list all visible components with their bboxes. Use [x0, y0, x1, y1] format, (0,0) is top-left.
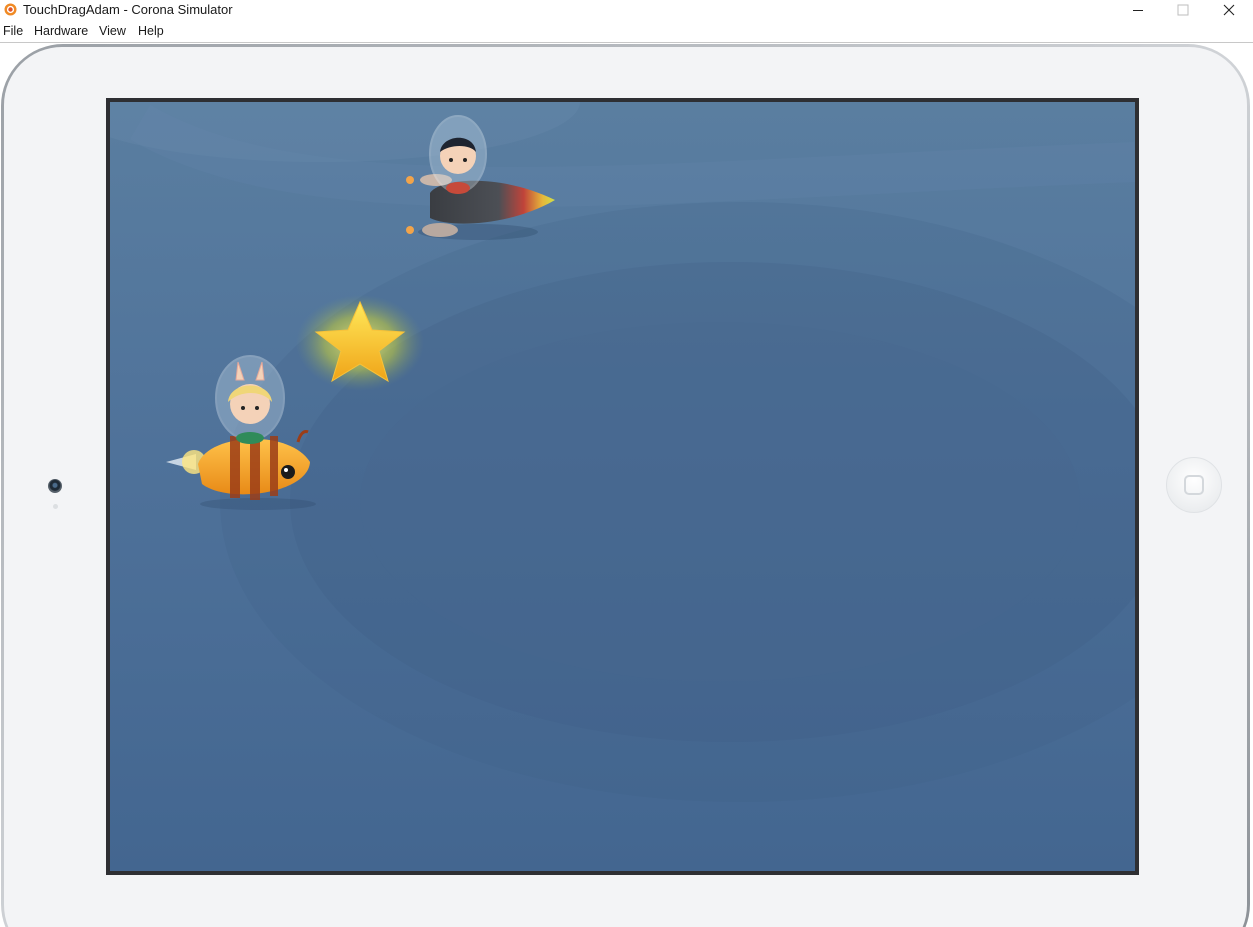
- menu-file[interactable]: File: [3, 24, 23, 38]
- menu-help[interactable]: Help: [138, 24, 164, 38]
- title-bar: TouchDragAdam - Corona Simulator: [0, 0, 1253, 21]
- menu-hardware[interactable]: Hardware: [34, 24, 88, 38]
- maximize-icon: [1177, 4, 1189, 16]
- light-sensor: [53, 504, 58, 509]
- menu-view[interactable]: View: [99, 24, 126, 38]
- rocket-boy-sprite[interactable]: [400, 108, 560, 248]
- minimize-icon: [1133, 10, 1143, 11]
- close-button[interactable]: [1206, 0, 1252, 21]
- bee-rocket-girl-sprite[interactable]: [158, 354, 328, 514]
- home-button[interactable]: [1166, 457, 1222, 513]
- maximize-button[interactable]: [1160, 0, 1206, 21]
- window-title: TouchDragAdam - Corona Simulator: [23, 2, 233, 17]
- minimize-button[interactable]: [1115, 0, 1161, 21]
- game-canvas[interactable]: [110, 102, 1135, 871]
- corona-logo-icon: [4, 3, 17, 16]
- simulator-stage: [0, 43, 1253, 927]
- close-icon: [1223, 4, 1235, 16]
- menu-bar: File Hardware View Help: [0, 21, 1253, 42]
- home-button-icon: [1184, 475, 1204, 495]
- front-camera-icon: [48, 479, 62, 493]
- device-screen: [106, 98, 1139, 875]
